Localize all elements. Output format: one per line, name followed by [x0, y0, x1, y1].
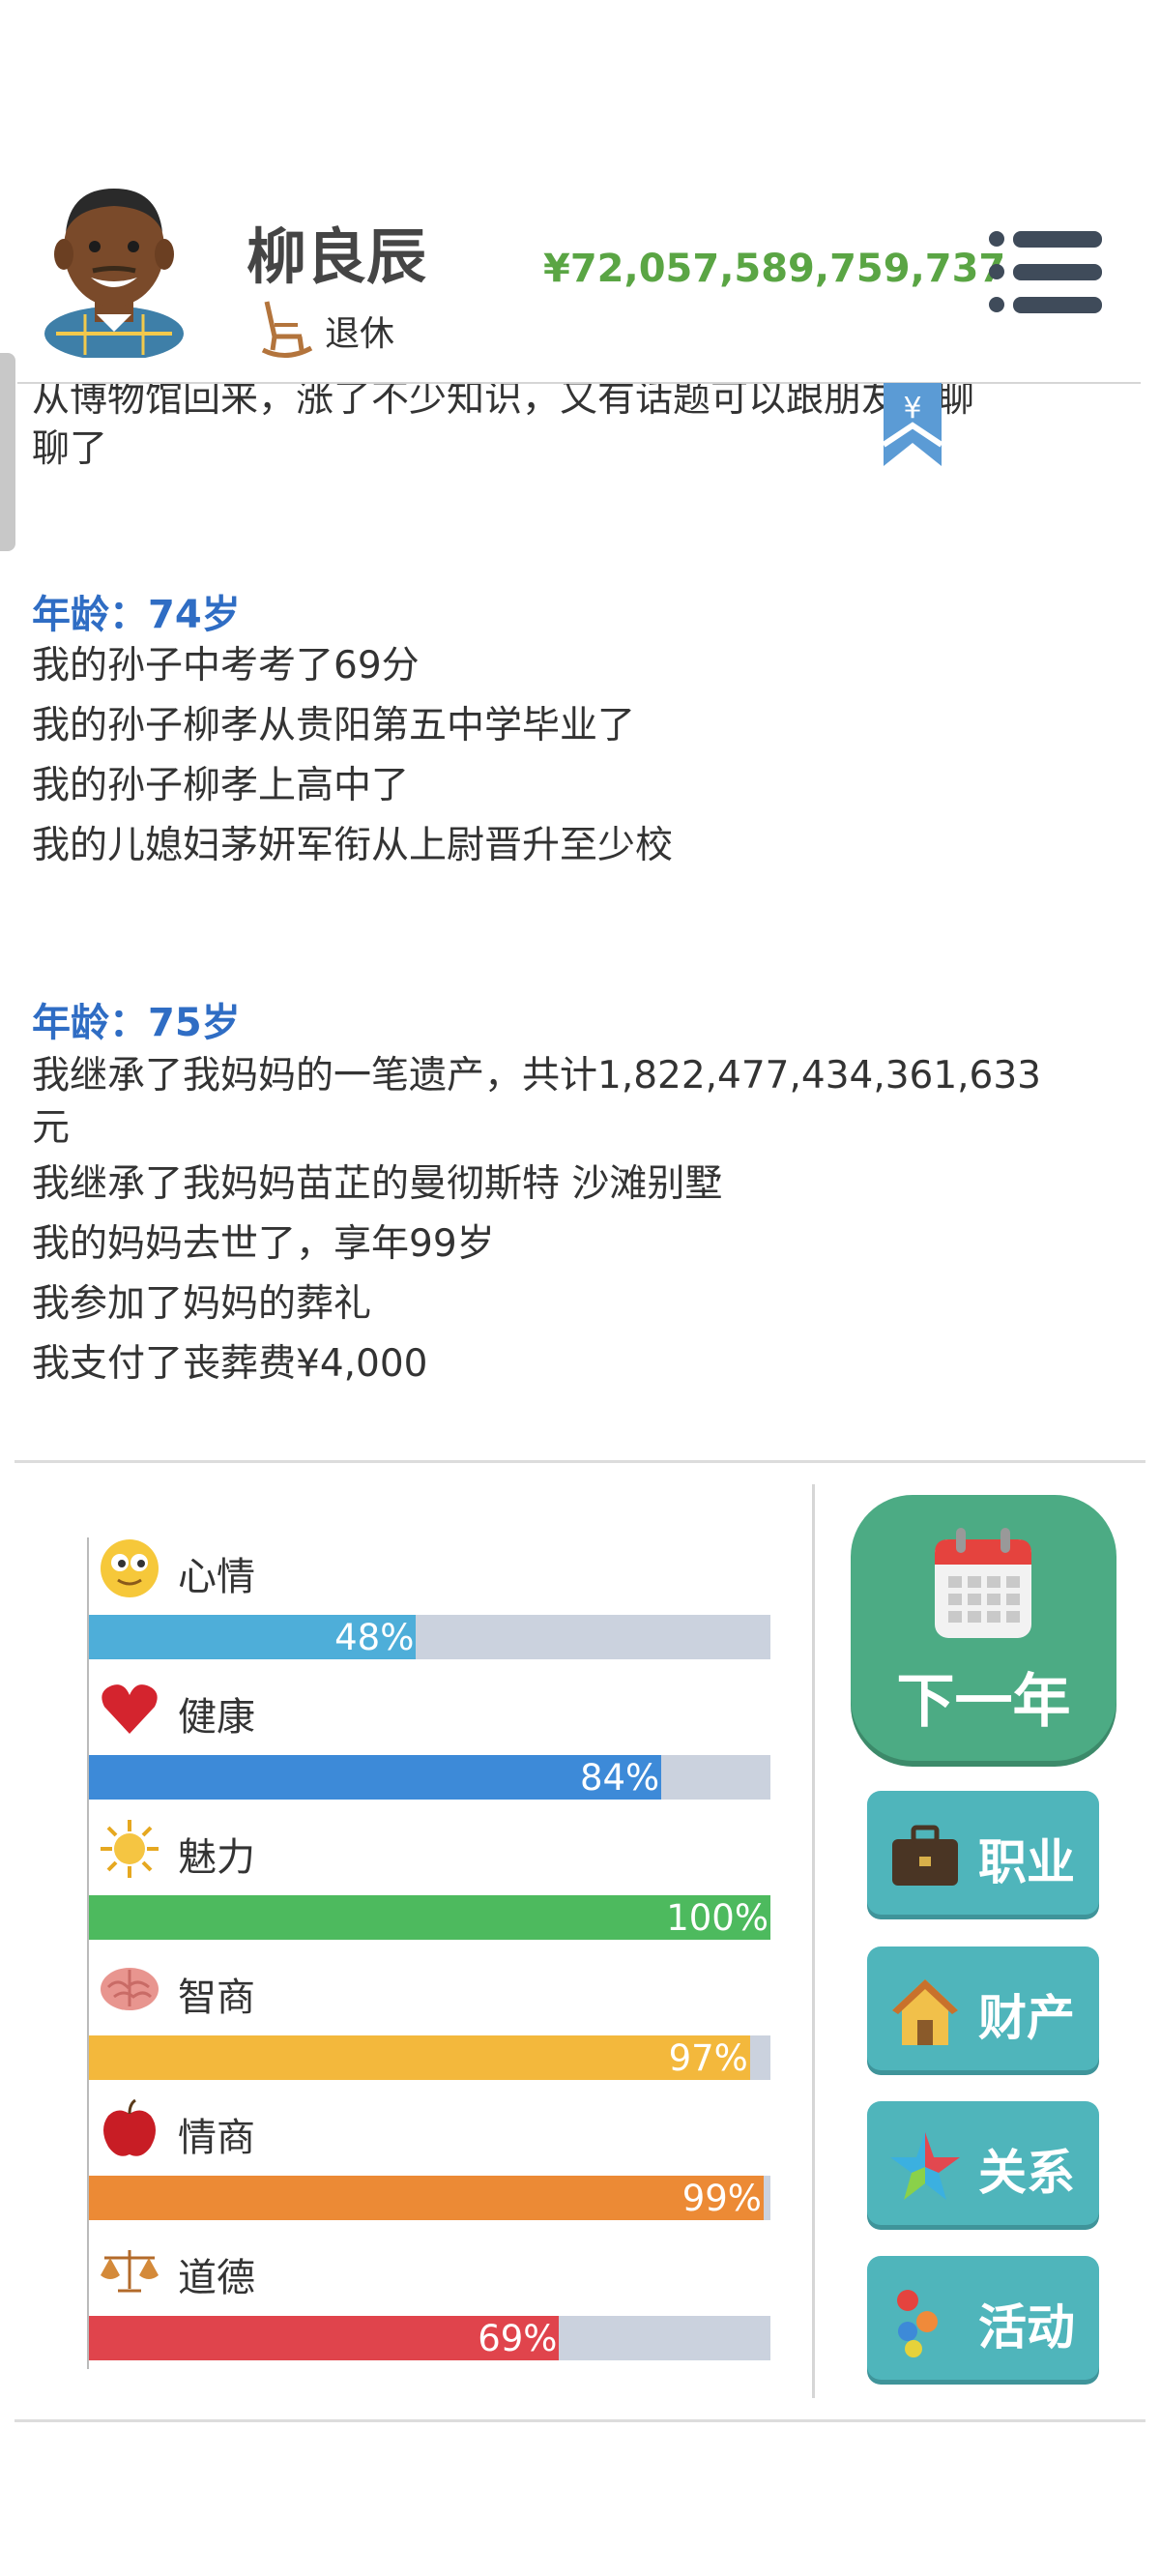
stat-label: 情商 [178, 2116, 255, 2160]
stats-panel: 心情 48% 健康 84% 魅力 100% 智商 97% 情商 99% 道德 6… [0, 1479, 812, 2379]
stat-bar-fill: 84% [89, 1755, 662, 1800]
panel-divider [812, 1484, 815, 2398]
house-icon [888, 1976, 962, 2049]
star-icon [888, 2130, 962, 2204]
stat-label: 健康 [178, 1695, 255, 1740]
log-line: 我参加了妈妈的葬礼 [32, 1282, 372, 1326]
job-label: 退休 [325, 314, 395, 354]
stat-label: 道德 [178, 2256, 255, 2300]
activities-button[interactable]: 活动 [867, 2256, 1099, 2380]
avatar[interactable] [37, 179, 191, 361]
menu-icon[interactable] [988, 230, 1102, 313]
stat-bar-track: 99% [89, 2176, 770, 2220]
assets-label: 财产 [978, 1990, 1075, 2046]
activity-dots-icon [888, 2285, 962, 2358]
heart-icon [99, 1678, 160, 1740]
apple-icon [99, 2098, 160, 2160]
stat-percent: 84% [579, 1757, 660, 1799]
stat-iq: 智商 97% [89, 1958, 770, 2098]
log-line: 我继承了我妈妈苗芷的曼彻斯特 沙滩别墅 [32, 1162, 723, 1206]
stat-label: 魅力 [178, 1835, 255, 1880]
relations-label: 关系 [978, 2145, 1075, 2201]
money-balance: ¥72,057,589,759,737 [543, 247, 1006, 291]
stat-eq: 情商 99% [89, 2098, 770, 2239]
stat-bar-fill: 99% [89, 2176, 764, 2220]
stat-percent: 100% [666, 1897, 768, 1939]
bookmark-symbol: ¥ [903, 392, 921, 425]
assets-button[interactable]: 财产 [867, 1947, 1099, 2070]
stat-morality: 道德 69% [89, 2239, 770, 2379]
log-line: 我的孙子柳孝上高中了 [32, 764, 410, 807]
sun-icon [99, 1818, 160, 1880]
age-heading: 年龄：74岁 [32, 593, 241, 637]
log-line: 聊了 [32, 427, 108, 471]
bookmark-icon[interactable]: ¥ [882, 383, 943, 468]
log-line: 我的儿媳妇茅妍军衔从上尉晋升至少校 [32, 824, 674, 867]
stat-health: 健康 84% [89, 1678, 770, 1818]
stat-charm: 魅力 100% [89, 1818, 770, 1958]
log-line: 从博物馆回来，涨了不少知识，又有话题可以跟朋友们聊 [32, 384, 975, 421]
stat-bar-fill: 97% [89, 2035, 750, 2080]
career-button[interactable]: 职业 [867, 1791, 1099, 1915]
log-line: 我的妈妈去世了，享年99岁 [32, 1222, 495, 1266]
header-bar: 柳良辰 退休 ¥72,057,589,759,737 [0, 0, 1160, 382]
stat-bar-fill: 48% [89, 1615, 417, 1659]
stat-percent: 97% [668, 2037, 748, 2079]
player-name: 柳良辰 [246, 221, 427, 292]
rocking-chair-icon [259, 298, 313, 364]
next-year-label: 下一年 [896, 1668, 1071, 1736]
stat-bar-track: 69% [89, 2316, 770, 2360]
log-line: 元 [32, 1106, 71, 1150]
scales-icon [99, 2239, 160, 2300]
stat-bar-fill: 69% [89, 2316, 560, 2360]
next-year-button[interactable]: 下一年 [851, 1495, 1116, 1761]
briefcase-icon [888, 1820, 962, 1893]
section-divider [14, 1460, 1146, 1463]
stat-label: 心情 [178, 1555, 255, 1599]
calendar-icon [933, 1526, 1033, 1640]
stat-bar-track: 97% [89, 2035, 770, 2080]
job-status: 退休 [259, 300, 394, 362]
log-line: 我的孙子柳孝从贵阳第五中学毕业了 [32, 704, 636, 747]
stat-bar-track: 84% [89, 1755, 770, 1800]
stat-bar-fill: 100% [89, 1895, 770, 1940]
log-line: 我继承了我妈妈的一笔遗产，共计1,822,477,434,361,633 [32, 1054, 1041, 1098]
activities-label: 活动 [978, 2299, 1075, 2356]
career-label: 职业 [978, 1834, 1075, 1890]
stat-bar-track: 100% [89, 1895, 770, 1940]
stat-bar-track: 48% [89, 1615, 770, 1659]
age-heading: 年龄：75岁 [32, 1001, 241, 1045]
stat-percent: 69% [478, 2318, 558, 2359]
bottom-divider [14, 2419, 1146, 2422]
stat-label: 智商 [178, 1976, 255, 2020]
stat-mood: 心情 48% [89, 1537, 770, 1678]
smiley-icon [99, 1537, 160, 1599]
brain-icon [99, 1958, 160, 2020]
stat-percent: 48% [334, 1617, 415, 1658]
log-line: 我的孙子中考考了69分 [32, 644, 420, 688]
log-line: 我支付了丧葬费¥4,000 [32, 1342, 428, 1386]
stat-percent: 99% [682, 2178, 762, 2219]
relations-button[interactable]: 关系 [867, 2101, 1099, 2225]
life-event-log[interactable]: 从博物馆回来，涨了不少知识，又有话题可以跟朋友们聊 聊了 年龄：74岁 我的孙子… [0, 384, 1160, 1457]
